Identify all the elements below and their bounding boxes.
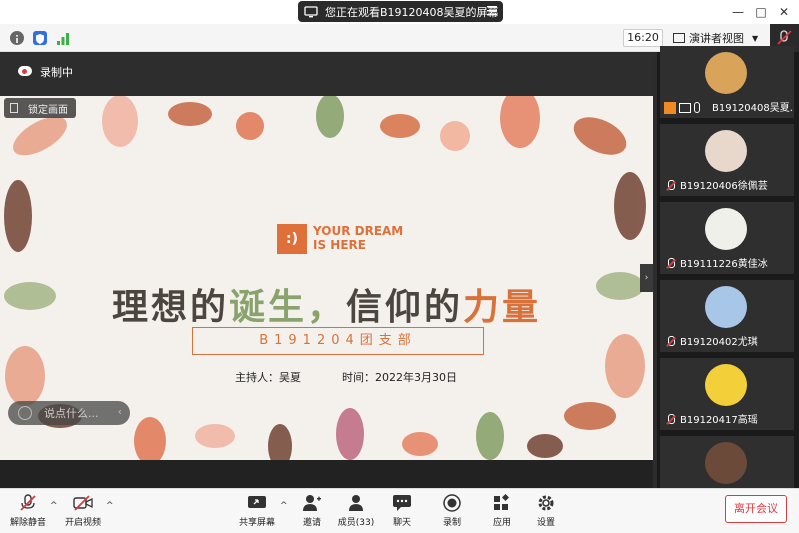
start-video-label: 开启视频: [64, 518, 101, 528]
participant-avatar: [705, 364, 747, 406]
participant-name: B19120406徐佩芸: [680, 181, 768, 192]
record-button[interactable]: 录制: [440, 494, 464, 532]
chevron-right-icon: ›: [644, 273, 649, 283]
chat-icon: [392, 494, 412, 512]
screen-share-banner: 您正在观看B19120408吴夏的屏幕: [298, 1, 503, 22]
screen-share-icon: [304, 5, 318, 18]
chevron-down-icon: ▼: [752, 33, 759, 43]
pin-icon: [10, 103, 18, 113]
slide-time: 时间：2022年3月30日: [342, 371, 457, 384]
participant-avatar: [705, 208, 747, 250]
recording-label: 录制中: [40, 66, 73, 79]
view-mode-button[interactable]: 演讲者视图 ▼: [673, 29, 765, 47]
say-something-placeholder: 说点什么...: [44, 407, 99, 420]
mic-muted-icon: [666, 180, 675, 192]
slide-logo-text: YOUR DREAM IS HERE: [313, 224, 423, 252]
unmute-label: 解除静音: [9, 518, 46, 528]
panel-divider[interactable]: [653, 52, 657, 488]
lock-screen-button[interactable]: 锁定画面: [4, 98, 76, 118]
add-user-icon: [302, 494, 322, 512]
mic-muted-icon: [666, 336, 675, 348]
logo-line-1: YOUR DREAM: [313, 224, 404, 238]
slide-title: 理想的诞生，信仰的力量: [0, 278, 653, 330]
view-mode-label: 演讲者视图: [689, 32, 744, 45]
invite-button[interactable]: 邀请: [298, 494, 326, 532]
participant-avatar: [705, 52, 747, 94]
participant-tile[interactable]: B19111226黄佳冰: [660, 202, 794, 274]
mic-icon: [694, 102, 700, 113]
participant-tile[interactable]: B19120402尤琪: [660, 280, 794, 352]
share-screen-label: 共享屏幕: [238, 518, 275, 528]
logo-line-2: IS HERE: [313, 238, 366, 252]
participant-tile[interactable]: B19120406徐佩芸: [660, 124, 794, 196]
participants-panel: B19120408吴夏... B19120406徐佩芸 B19111226黄佳冰…: [653, 46, 799, 508]
title-part-2: 诞生，: [228, 287, 346, 328]
participant-name: B19111226黄佳冰: [680, 259, 768, 270]
info-icon[interactable]: [10, 31, 24, 45]
title-part-3: 信仰的: [346, 287, 464, 328]
emoji-icon[interactable]: [18, 406, 32, 420]
participant-avatar: [705, 286, 747, 328]
participant-name: B19120408吴夏...: [712, 103, 794, 114]
title-part-4: 力量: [463, 287, 542, 328]
shield-icon[interactable]: [33, 31, 47, 45]
settings-button[interactable]: 设置: [534, 494, 558, 532]
users-icon: [346, 494, 366, 512]
slide-subtitle: B191204团支部: [192, 327, 484, 355]
gear-icon: [536, 494, 556, 512]
record-icon: [442, 494, 462, 512]
mic-muted-icon: [666, 414, 675, 426]
cloud-record-icon: [18, 66, 32, 76]
apps-button[interactable]: 应用: [490, 493, 514, 532]
chevron-up-icon[interactable]: ^: [106, 501, 114, 511]
unmute-button[interactable]: 解除静音: [8, 494, 48, 532]
chevron-up-icon[interactable]: ^: [280, 501, 288, 511]
apps-icon: [492, 493, 512, 512]
menu-icon[interactable]: [487, 5, 497, 17]
slide-host: 主持人：吴夏: [235, 371, 301, 384]
settings-label: 设置: [536, 518, 555, 528]
shared-screen-area: 录制中 锁定画面:) YOUR DREAM IS HERE 理想的诞生，信仰的…: [0, 52, 653, 488]
participant-tile[interactable]: B19120408吴夏...: [660, 46, 794, 118]
layout-icon: [673, 33, 685, 43]
invite-label: 邀请: [302, 518, 321, 528]
participant-avatar: [705, 130, 747, 172]
lock-screen-label: 锁定画面: [28, 104, 68, 116]
meeting-control-bar: 解除静音 ^ 开启视频 ^ 共享屏幕 ^ 邀请 成员(33) 聊天 录制 应用 …: [0, 488, 799, 533]
collapse-panel-button[interactable]: ›: [640, 264, 653, 292]
share-banner-text: 您正在观看B19120408吴夏的屏幕: [325, 5, 499, 19]
record-label: 录制: [442, 518, 461, 528]
minimize-button[interactable]: —: [730, 4, 746, 20]
participant-name: B19120402尤琪: [680, 337, 758, 348]
title-part-1: 理想的: [111, 287, 229, 328]
mic-muted-icon: [18, 494, 38, 512]
restore-button[interactable]: □: [753, 4, 769, 20]
members-label: 成员(33): [337, 518, 375, 528]
tile-status-icons: [664, 102, 700, 114]
host-icon: [664, 102, 676, 114]
title-bar: 您正在观看B19120408吴夏的屏幕 — □ ✕: [0, 0, 799, 24]
members-button[interactable]: 成员(33): [336, 494, 376, 532]
participant-name: B19120417高瑶: [680, 415, 758, 426]
participant-avatar: [705, 442, 747, 484]
start-video-button[interactable]: 开启视频: [62, 494, 104, 532]
chevron-left-icon[interactable]: ‹: [118, 405, 122, 418]
slide-logo-mark: :): [277, 224, 307, 254]
apps-label: 应用: [492, 518, 511, 528]
say-something-input[interactable]: 说点什么... ‹: [8, 401, 130, 425]
signal-icon[interactable]: [56, 31, 70, 45]
mic-muted-icon: [666, 258, 675, 270]
chevron-up-icon[interactable]: ^: [50, 501, 58, 511]
share-screen-icon: [247, 494, 267, 512]
participant-tile[interactable]: B19120417高瑶: [660, 358, 794, 430]
chat-button[interactable]: 聊天: [390, 494, 414, 532]
meeting-clock: 16:20: [623, 29, 663, 47]
close-button[interactable]: ✕: [776, 4, 792, 20]
leave-meeting-button[interactable]: 离开会议: [725, 495, 787, 523]
recording-bar: 录制中: [0, 52, 653, 96]
camera-off-icon: [73, 494, 93, 512]
share-screen-button[interactable]: 共享屏幕: [236, 494, 278, 532]
chat-label: 聊天: [392, 518, 411, 528]
screen-share-icon: [679, 103, 691, 113]
